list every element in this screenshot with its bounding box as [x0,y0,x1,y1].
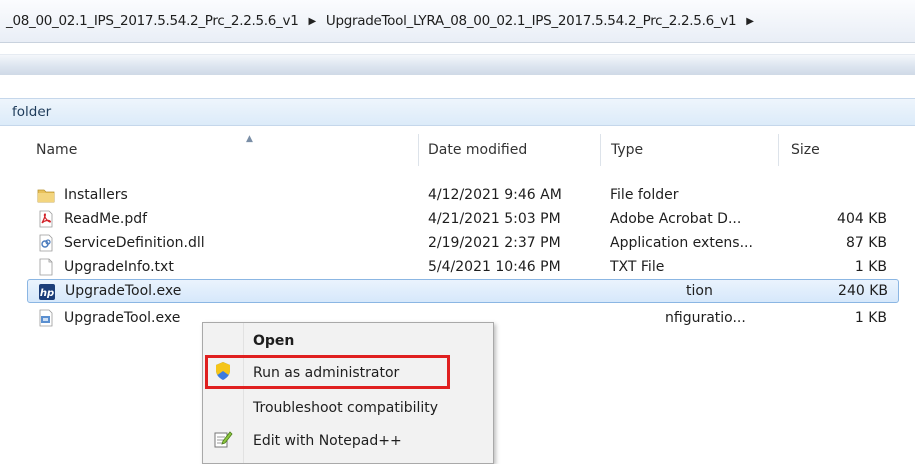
config-file-icon [39,309,53,327]
file-name: Installers [64,187,128,203]
column-header-date[interactable]: Date modified [428,130,527,170]
breadcrumb-item-current[interactable]: UpgradeTool_LYRA_08_00_02.1_IPS_2017.5.5… [326,13,737,29]
file-size: 87 KB [845,235,887,251]
file-date: 5/4/2021 10:46 PM [428,259,561,275]
highlight-annotation-box [205,355,450,389]
menu-item-edit-with-notepad-plus-plus[interactable]: Edit with Notepad++ [253,426,402,456]
file-date: 2/19/2021 2:37 PM [428,235,561,251]
menu-item-troubleshoot-compatibility[interactable]: Troubleshoot compatibility [253,393,438,423]
column-divider[interactable] [600,134,601,166]
toolbar [0,54,915,75]
text-file-icon [39,258,53,276]
file-name: UpgradeTool.exe [65,283,182,299]
folder-band-label: folder [12,104,52,120]
file-size: 404 KB [837,211,887,227]
file-type: File folder [610,187,679,203]
file-date: 4/12/2021 9:46 AM [428,187,562,203]
hp-exe-icon: hp [39,284,55,300]
file-row-selected[interactable]: hp UpgradeTool.exe tion 240 KB [27,279,899,303]
file-row[interactable]: Installers 4/12/2021 9:46 AM File folder [27,183,897,207]
folder-icon [37,189,55,203]
sort-ascending-icon: ▲ [246,134,253,144]
menu-item-open[interactable]: Open [253,326,294,356]
column-header-name[interactable]: Name [36,130,77,170]
file-name: UpgradeInfo.txt [64,259,174,275]
breadcrumb-chevron-icon[interactable]: ▶ [736,16,763,27]
context-menu: Open Run as administrator Troubleshoot c… [202,322,494,464]
notepad-plus-plus-icon [214,431,233,448]
file-row[interactable]: ServiceDefinition.dll 2/19/2021 2:37 PM … [27,231,897,255]
file-type: tion [686,283,713,299]
column-divider[interactable] [418,134,419,166]
file-date: 4/21/2021 5:03 PM [428,211,561,227]
file-type: nfiguratio... [665,310,746,326]
column-header-size[interactable]: Size [791,130,820,170]
file-type: Adobe Acrobat D... [610,211,742,227]
file-name: ServiceDefinition.dll [64,235,205,251]
file-size: 1 KB [854,310,887,326]
pdf-file-icon [39,210,53,228]
file-name: ReadMe.pdf [64,211,148,227]
svg-text:hp: hp [40,288,54,299]
file-type: TXT File [610,259,665,275]
file-size: 240 KB [838,283,888,299]
dll-file-icon [39,234,53,252]
file-row[interactable]: ReadMe.pdf 4/21/2021 5:03 PM Adobe Acrob… [27,207,897,231]
file-size: 1 KB [854,259,887,275]
column-divider[interactable] [778,134,779,166]
breadcrumb-chevron-icon[interactable]: ▶ [298,16,325,27]
file-type: Application extens... [610,235,753,251]
column-header-type[interactable]: Type [611,130,643,170]
file-row[interactable]: UpgradeInfo.txt 5/4/2021 10:46 PM TXT Fi… [27,255,897,279]
folder-band: folder [0,98,915,126]
breadcrumb-item-parent[interactable]: _08_00_02.1_IPS_2017.5.54.2_Prc_2.2.5.6_… [0,13,299,29]
breadcrumb: _08_00_02.1_IPS_2017.5.54.2_Prc_2.2.5.6_… [0,0,915,43]
